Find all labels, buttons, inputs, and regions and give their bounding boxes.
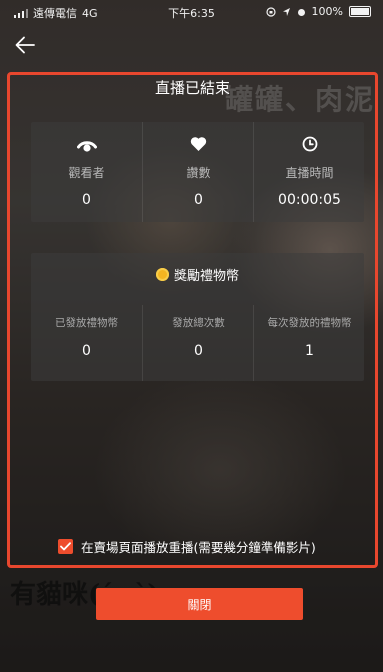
stat-duration: 直播時間 00:00:05 [253, 122, 365, 222]
replay-checkbox-row[interactable]: 在賣場頁面播放重播(需要幾分鐘準備影片) [58, 537, 316, 556]
gift-stat-label: 每次發放的禮物幣 [267, 317, 352, 329]
gift-coins-title: 獎勵禮物幣 [173, 268, 239, 284]
stat-value: 0 [82, 192, 91, 208]
battery-icon [349, 6, 371, 17]
gift-coins-stats: 已發放禮物幣 0 發放總次數 0 每次發放的禮物幣 1 [31, 305, 364, 381]
alarm-icon [297, 8, 305, 16]
location-icon [282, 7, 290, 16]
gift-stat-label: 已發放禮物幣 [55, 317, 118, 329]
replay-checkbox-label: 在賣場頁面播放重播(需要幾分鐘準備影片) [81, 540, 316, 555]
stream-stats-panel: 觀看者 0 讚數 0 直播時間 00:00:05 [31, 122, 364, 222]
clock-icon [302, 136, 317, 152]
eye-icon [76, 141, 97, 152]
gift-stat-per-drop: 每次發放的禮物幣 1 [253, 305, 365, 381]
stream-ended-dialog: 直播已結束 觀看者 0 讚數 0 直播時間 00:00:05 獎勵禮物幣 已發放… [7, 72, 378, 568]
back-arrow-icon [15, 36, 35, 54]
status-bar: 遠傳電信 4G 下午6:35 100% [0, 0, 383, 22]
battery-percent: 100% [311, 5, 343, 18]
stat-viewers: 觀看者 0 [31, 122, 142, 222]
gift-stat-issued: 已發放禮物幣 0 [31, 305, 142, 381]
gift-coins-panel: 獎勵禮物幣 已發放禮物幣 0 發放總次數 0 每次發放的禮物幣 1 [31, 253, 364, 381]
gift-stat-value: 0 [194, 343, 203, 359]
stat-value: 00:00:05 [278, 192, 341, 208]
heart-icon [190, 137, 207, 151]
gift-stat-value: 1 [305, 343, 314, 359]
back-arrow-button[interactable] [14, 34, 36, 56]
gift-stat-value: 0 [82, 343, 91, 359]
stat-label: 直播時間 [285, 166, 334, 180]
dialog-title: 直播已結束 [154, 79, 230, 97]
replay-checkbox[interactable] [58, 539, 73, 554]
gift-coins-header: 獎勵禮物幣 [31, 263, 364, 285]
stat-value: 0 [194, 192, 203, 208]
stat-likes: 讚數 0 [142, 122, 254, 222]
coin-icon [155, 267, 169, 281]
status-right: 100% [265, 5, 371, 18]
stat-label: 觀看者 [68, 166, 105, 180]
stat-label: 讚數 [186, 166, 211, 180]
close-button[interactable]: 關閉 [96, 588, 303, 620]
orientation-lock-icon [265, 6, 276, 17]
gift-stat-label: 發放總次數 [172, 317, 225, 329]
check-icon [60, 542, 71, 551]
gift-stat-count: 發放總次數 0 [142, 305, 254, 381]
